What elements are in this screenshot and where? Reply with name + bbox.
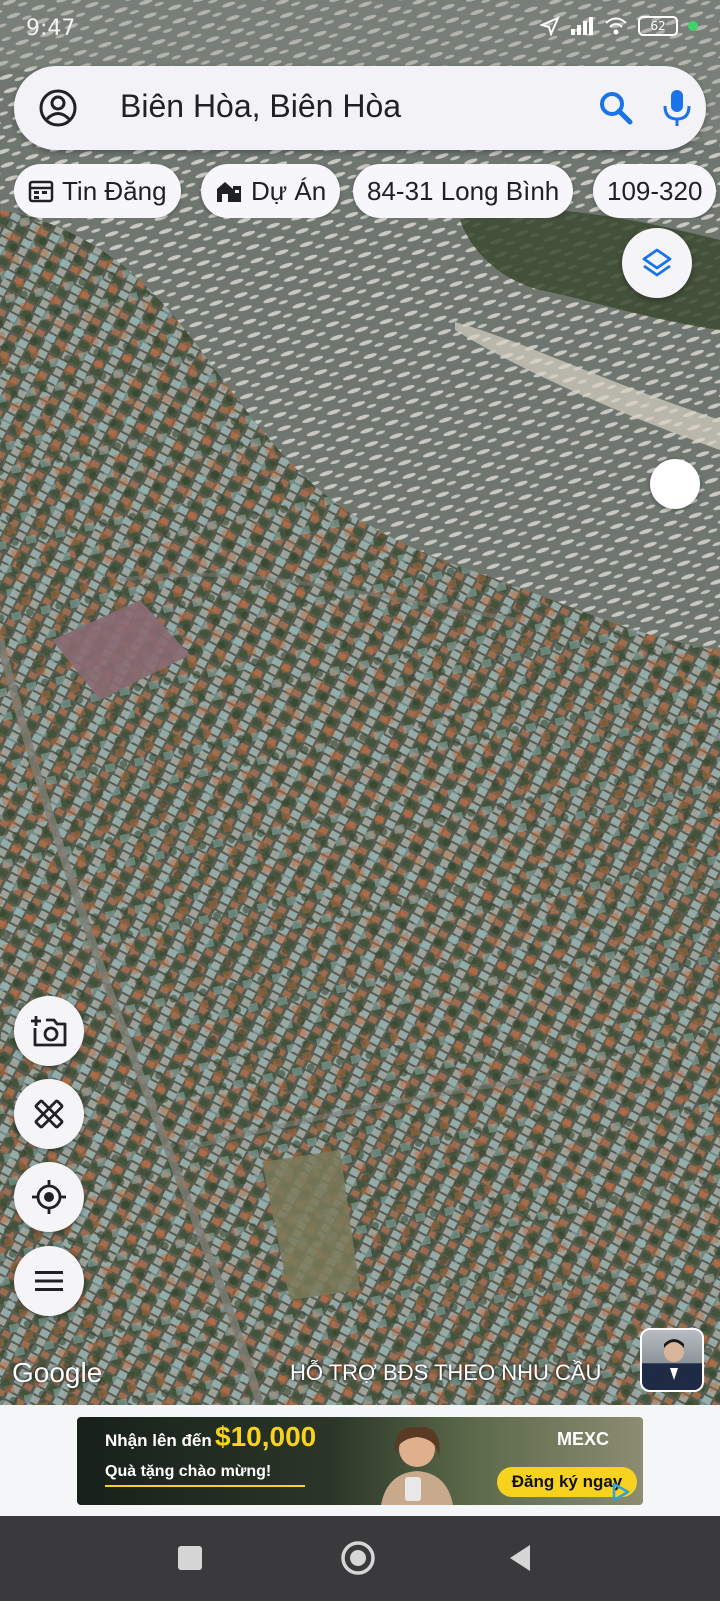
location-arrow-icon xyxy=(540,16,560,36)
ad-brand: MEXC xyxy=(557,1429,610,1449)
building-icon xyxy=(217,182,241,202)
ad-line1: Nhận lên đến xyxy=(105,1431,212,1450)
layers-icon xyxy=(642,248,672,277)
back-button[interactable] xyxy=(498,1536,542,1580)
ad-underline xyxy=(105,1485,305,1487)
status-bar: 9:47 62 xyxy=(0,0,720,60)
chip-label: Tin Đăng xyxy=(62,175,167,206)
chip-label: 84-31 Long Bình xyxy=(367,175,560,206)
ad-amount: $10,000 xyxy=(215,1421,317,1452)
ad-choices-icon[interactable] xyxy=(610,1481,632,1503)
chip-label: Dự Án xyxy=(251,175,327,206)
triangle-back-icon xyxy=(510,1545,530,1571)
home-button[interactable] xyxy=(336,1536,380,1580)
chip-label: 109-320 xyxy=(607,175,703,206)
camera-plus-icon xyxy=(31,1016,67,1047)
crosshair-icon xyxy=(32,1180,66,1214)
square-icon xyxy=(178,1546,202,1570)
compass-button[interactable] xyxy=(650,459,700,509)
chip-tin-dang[interactable]: Tin Đăng xyxy=(14,164,181,218)
privacy-indicator-dot xyxy=(688,21,698,31)
add-photo-button[interactable] xyxy=(14,996,84,1066)
signal-icon xyxy=(571,17,593,35)
measure-tools-button[interactable] xyxy=(14,1079,84,1149)
promo-text[interactable]: HỖ TRỢ BĐS THEO NHU CẦU xyxy=(290,1360,601,1386)
chip-du-an[interactable]: Dự Án xyxy=(201,164,341,218)
wifi-icon xyxy=(605,17,627,35)
status-time: 9:47 xyxy=(26,16,76,41)
hamburger-menu-icon xyxy=(35,1271,63,1291)
person-photo-icon xyxy=(652,1339,696,1390)
promo-avatar[interactable] xyxy=(640,1328,704,1392)
ad-person-image xyxy=(381,1426,453,1505)
my-location-button[interactable] xyxy=(14,1162,84,1232)
mic-icon[interactable] xyxy=(662,88,692,128)
google-logo: Google xyxy=(12,1357,103,1388)
search-input[interactable]: Biên Hòa, Biên Hòa xyxy=(120,88,401,125)
ad-banner[interactable]: Nhận lên đến $10,000 Quà tặng chào mừng!… xyxy=(77,1417,643,1505)
status-icons: 62 xyxy=(540,16,698,36)
search-bar[interactable]: Biên Hòa, Biên Hòa xyxy=(14,66,706,150)
search-icon[interactable] xyxy=(598,90,634,126)
ad-area: Nhận lên đến $10,000 Quà tặng chào mừng!… xyxy=(0,1405,720,1516)
system-nav-bar xyxy=(0,1516,720,1601)
ad-line2: Quà tặng chào mừng! xyxy=(105,1463,272,1480)
chip-84-31-long-binh[interactable]: 84-31 Long Bình xyxy=(353,164,574,218)
chip-109-320[interactable]: 109-320 xyxy=(593,164,717,218)
recents-button[interactable] xyxy=(168,1536,212,1580)
circle-icon xyxy=(341,1541,375,1575)
battery-icon: 62 xyxy=(638,16,678,36)
calendar-icon xyxy=(28,180,54,203)
filter-chips: Tin Đăng Dự Án 84-31 Long Bình 109-320 xyxy=(14,164,720,218)
layers-button[interactable] xyxy=(622,228,692,298)
account-icon[interactable] xyxy=(38,88,78,128)
ruler-pencil-icon xyxy=(34,1099,64,1129)
menu-button[interactable] xyxy=(14,1246,84,1316)
